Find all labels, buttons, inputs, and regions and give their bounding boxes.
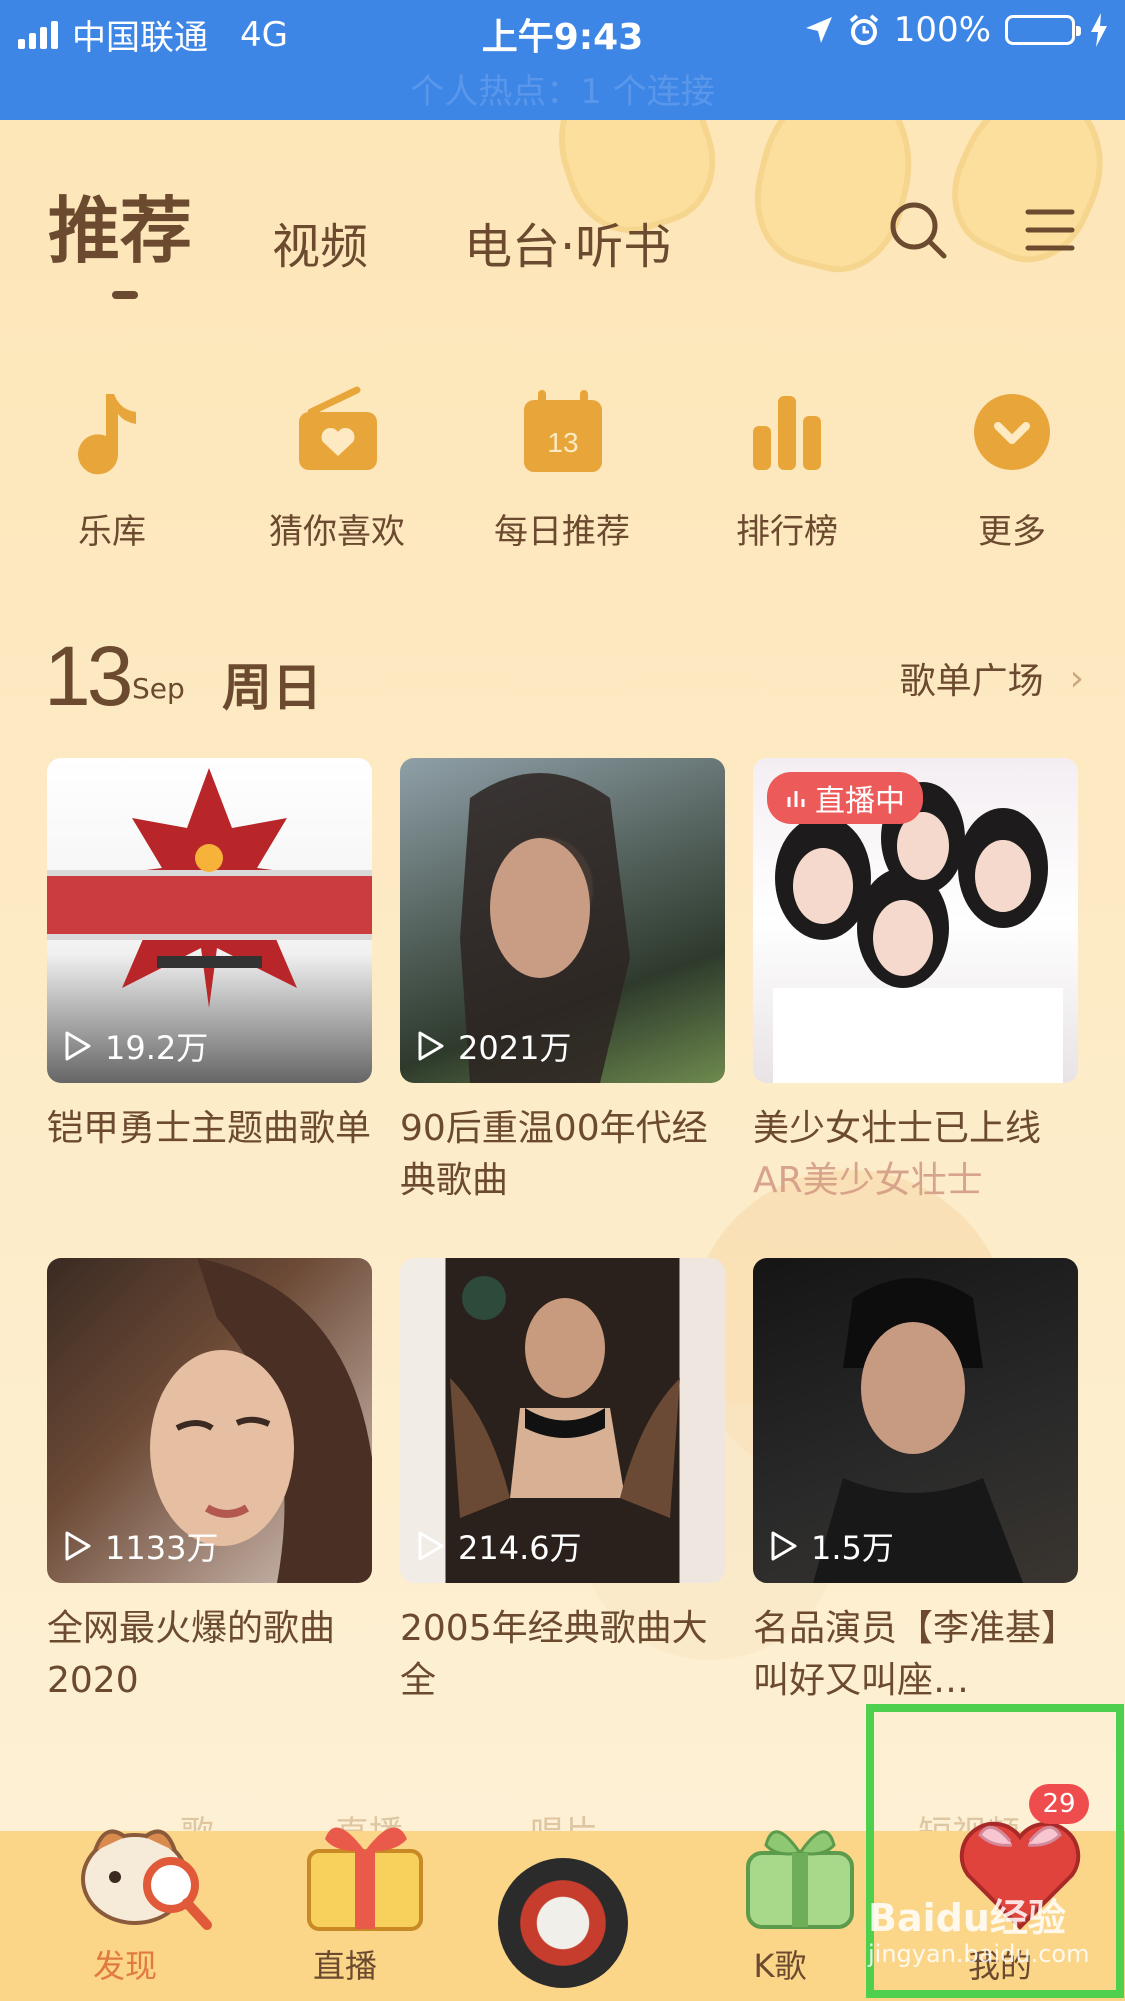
quick-entry-label: 排行榜 — [736, 512, 838, 552]
watermark-url: jingyan.baidu.com — [868, 1940, 1090, 1968]
nav-label: 直播 — [312, 1947, 377, 1985]
location-arrow-icon — [805, 17, 832, 43]
playlist-card[interactable]: 214.6万 2005年经典歌曲大全 — [400, 1258, 725, 1707]
play-count-value: 19.2万 — [105, 1029, 209, 1067]
live-badge-label: 直播中 — [815, 784, 905, 819]
search-icon[interactable] — [888, 200, 948, 260]
bar-chart-icon — [753, 396, 821, 470]
main-content: 推荐 视频 电台·听书 乐库 猜你喜欢 13 每日推荐 排行榜 更多 13 Se… — [0, 120, 1125, 1831]
play-count-value: 2021万 — [458, 1029, 572, 1067]
playlist-title: 90后重温00年代经典歌曲 — [400, 1108, 708, 1201]
play-icon — [65, 1031, 91, 1061]
quick-entry-daily[interactable]: 13 每日推荐 — [462, 382, 662, 553]
live-bars-icon — [787, 791, 805, 807]
menu-icon[interactable] — [1024, 206, 1076, 254]
gift-basket-icon — [746, 1830, 854, 1929]
quick-entry-label: 更多 — [978, 512, 1046, 552]
nav-discover[interactable]: 发现 — [35, 1829, 215, 2001]
hotspot-banner[interactable]: 个人热点：1 个连接 — [0, 64, 1125, 113]
playlist-cover: 1133万 — [47, 1258, 372, 1583]
hamster-magnifier-icon — [81, 1829, 212, 1930]
playlist-title: 名品演员【李准基】叫好又叫座… — [753, 1608, 1078, 1701]
play-count: 1133万 — [63, 1523, 218, 1569]
playlist-title: 全网最火爆的歌曲2020 — [47, 1608, 336, 1701]
date-month: Sep — [132, 672, 185, 705]
quick-entry-label: 乐库 — [78, 512, 146, 552]
date-header: 13 Sep 周日 歌单广场 › — [44, 628, 1084, 728]
playlist-card[interactable]: 1.5万 名品演员【李准基】叫好又叫座… — [753, 1258, 1078, 1707]
play-count: 19.2万 — [63, 1023, 208, 1069]
baidu-jingyan-watermark: Baidu经验 jingyan.baidu.com — [868, 1896, 1090, 1972]
tab-radio-audiobook[interactable]: 电台·听书 — [464, 207, 671, 277]
playlist-title-main: 美少女壮士已上线 — [753, 1108, 1042, 1149]
play-count-value: 1.5万 — [811, 1529, 894, 1567]
playlist-card[interactable]: 2021万 90后重温00年代经典歌曲 — [400, 758, 725, 1207]
play-icon — [418, 1531, 444, 1561]
chevron-down-icon — [974, 394, 1050, 470]
nav-live[interactable]: 直播 — [255, 1827, 435, 2001]
play-count-value: 1133万 — [105, 1529, 219, 1567]
playlist-cover: 2021万 — [400, 758, 725, 1083]
playlist-title: 铠甲勇士主题曲歌单 — [47, 1108, 372, 1149]
nav-label: 发现 — [92, 1947, 157, 1985]
battery-percent: 100% — [893, 10, 991, 50]
playlist-plaza-label: 歌单广场 — [899, 661, 1044, 702]
date-day: 13 — [44, 629, 133, 723]
calendar-icon: 13 — [524, 390, 602, 472]
playlist-plaza-link[interactable]: 歌单广场 › — [900, 652, 1084, 704]
quick-entry-label: 猜你喜欢 — [269, 512, 405, 552]
charging-icon — [1091, 13, 1107, 47]
play-count-value: 214.6万 — [458, 1529, 582, 1567]
background-decoration — [931, 120, 1125, 282]
playlist-card[interactable]: 直播中 美少女壮士已上线 AR美少女壮士 — [753, 758, 1078, 1207]
status-right: 100% — [804, 10, 1109, 50]
gift-box-icon — [307, 1827, 423, 1931]
playlist-cover: 直播中 — [753, 758, 1078, 1083]
quick-entry-label: 每日推荐 — [494, 512, 630, 552]
playlist-cover: 214.6万 — [400, 1258, 725, 1583]
watermark-brand: Baidu经验 — [868, 1896, 1066, 1940]
top-tabs: 推荐 视频 电台·听书 — [48, 172, 767, 299]
chevron-right-icon: › — [1069, 657, 1084, 699]
tab-video[interactable]: 视频 — [272, 207, 368, 277]
live-badge: 直播中 — [767, 772, 923, 824]
playlist-cover: 1.5万 — [753, 1258, 1078, 1583]
now-playing-disc[interactable] — [498, 1858, 628, 1988]
playlist-card[interactable]: 19.2万 铠甲勇士主题曲歌单 — [47, 758, 372, 1207]
play-count: 2021万 — [416, 1023, 571, 1069]
play-count: 214.6万 — [416, 1523, 582, 1569]
battery-icon — [1005, 15, 1081, 45]
playlist-card[interactable]: 1133万 全网最火爆的歌曲2020 — [47, 1258, 372, 1707]
status-bar: 中国联通 4G 上午9:43 100% 个人热点：1 个连接 — [0, 0, 1125, 120]
quick-entry-guess-you-like[interactable]: 猜你喜欢 — [237, 382, 437, 553]
play-icon — [418, 1031, 444, 1061]
music-note-icon — [78, 394, 136, 475]
calendar-day: 13 — [547, 427, 578, 458]
tab-recommend[interactable]: 推荐 — [48, 172, 192, 299]
date-weekday: 周日 — [222, 659, 322, 717]
playlist-subtitle: AR美少女壮士 — [753, 1160, 983, 1201]
playlist-title: 美少女壮士已上线 AR美少女壮士 — [753, 1103, 1078, 1207]
alarm-icon — [849, 14, 879, 45]
nav-kge[interactable]: K歌 — [690, 1830, 870, 2001]
quick-entries: 乐库 猜你喜欢 13 每日推荐 排行榜 更多 — [0, 382, 1125, 562]
quick-entry-more[interactable]: 更多 — [912, 382, 1112, 553]
quick-entry-library[interactable]: 乐库 — [12, 382, 212, 553]
nav-label: K歌 — [753, 1947, 807, 1985]
playlist-cover: 19.2万 — [47, 758, 372, 1083]
radio-heart-icon — [299, 386, 377, 470]
play-icon — [65, 1531, 91, 1561]
playlist-title: 2005年经典歌曲大全 — [400, 1608, 708, 1701]
play-count: 1.5万 — [769, 1523, 894, 1569]
quick-entry-charts[interactable]: 排行榜 — [687, 382, 887, 553]
play-icon — [771, 1531, 797, 1561]
